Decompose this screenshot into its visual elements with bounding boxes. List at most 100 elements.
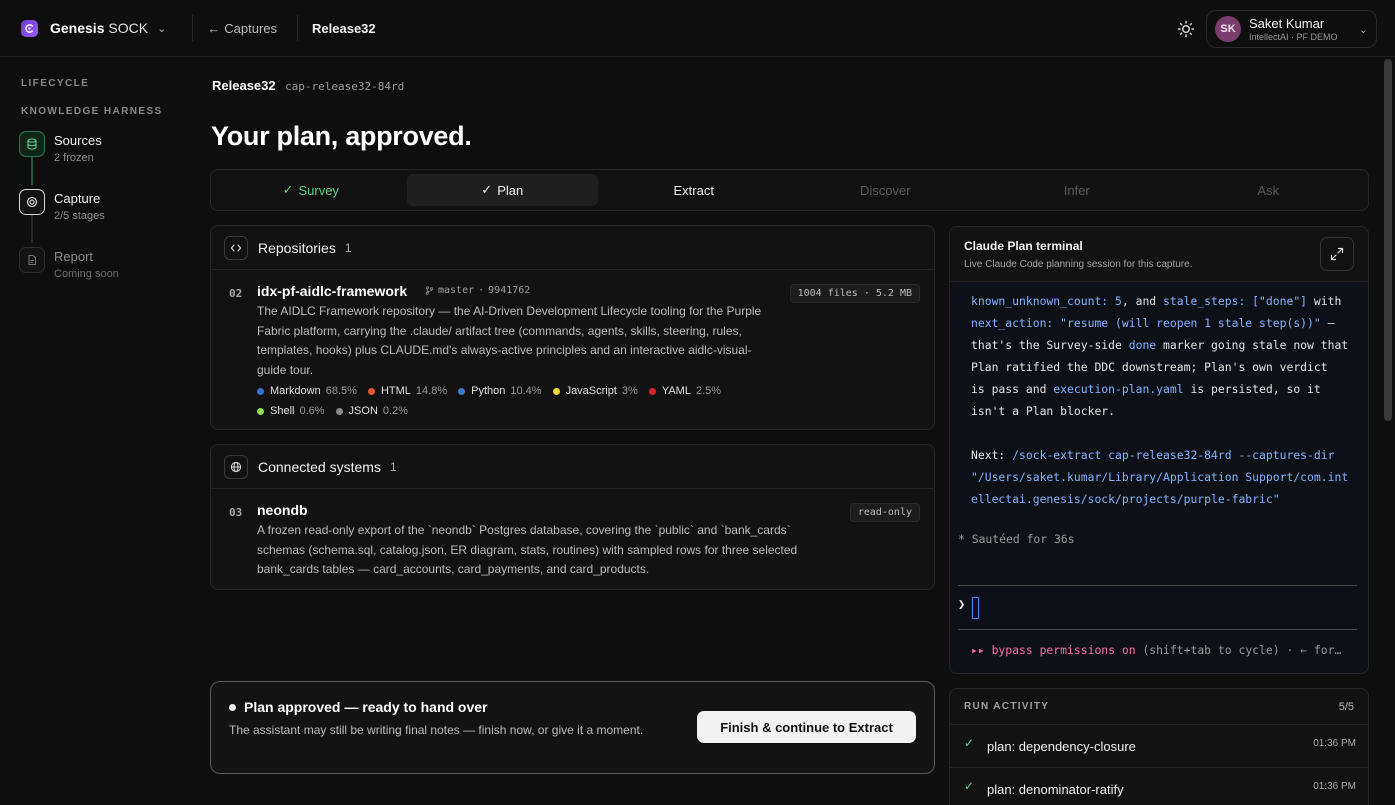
finish-continue-button[interactable]: Finish & continue to Extract	[697, 711, 916, 743]
repositories-card: Repositories 1 02 idx-pf-aidlc-framework…	[210, 225, 935, 430]
step-title: Report	[54, 249, 94, 264]
tab-label: Infer	[1063, 182, 1090, 198]
run-step-time: 01:36 PM	[1313, 781, 1356, 792]
terminal-status: * Sautéed for 36s	[958, 532, 1075, 546]
system-name: neondb	[257, 502, 308, 518]
language-shell: Shell 0.6%	[257, 401, 325, 421]
claude-plan-terminal: Claude Plan terminal Live Claude Code pl…	[949, 226, 1369, 674]
nav-step-sources[interactable]: Sources 2 frozen	[19, 131, 189, 171]
language-html: HTML 14.8%	[367, 381, 447, 401]
top-bar: Genesis SOCK ⌄ ← Captures Release32 SK S…	[0, 0, 1395, 57]
expand-icon	[1330, 247, 1344, 261]
run-step-label: plan: dependency-closure	[987, 739, 1136, 754]
terminal-input[interactable]	[972, 597, 979, 619]
run-activity-panel: RUN ACTIVITY 5/5 ✓ plan: dependency-clos…	[949, 688, 1369, 805]
run-step-time: 01:36 PM	[1313, 738, 1356, 749]
repo-description: The AIDLC Framework repository — the AI-…	[257, 304, 762, 377]
database-icon	[19, 131, 45, 157]
card-count: 1	[389, 459, 397, 474]
run-activity-count: 5/5	[1338, 701, 1354, 713]
list-item: ✓ plan: denominator-ratify 01:36 PM	[950, 767, 1368, 805]
card-title: Connected systems	[258, 458, 381, 475]
sun-icon	[1177, 20, 1195, 38]
divider	[958, 585, 1357, 586]
repo-name: idx-pf-aidlc-framework	[257, 283, 408, 299]
nav-section-harness: KNOWLEDGE HARNESS	[21, 106, 163, 117]
tab-survey[interactable]: ✓ Survey	[215, 174, 407, 206]
repo-stats: 1004 files · 5.2 MB	[789, 284, 920, 303]
document-icon	[19, 247, 45, 273]
tab-extract[interactable]: Extract	[598, 174, 790, 206]
tab-label: Discover	[859, 182, 911, 198]
item-number: 02	[229, 287, 243, 300]
nav-step-capture[interactable]: Capture 2/5 stages	[19, 189, 189, 229]
brand-name: Genesis SOCK	[50, 20, 149, 36]
commit-hash: 9941762	[488, 285, 531, 296]
arrow-left-icon: ←	[207, 20, 221, 36]
terminal-title: Claude Plan terminal	[964, 239, 1083, 253]
nav-step-report: Report Coming soon	[19, 247, 189, 287]
divider	[297, 15, 299, 41]
check-icon: ✓	[964, 736, 975, 750]
genesis-logo-icon	[21, 19, 38, 37]
release-name: Release32	[212, 78, 276, 93]
repo-branch: master · 9941762	[425, 285, 530, 296]
run-activity-title: RUN ACTIVITY	[964, 701, 1050, 712]
release-id: cap-release32-84rd	[285, 80, 405, 93]
check-icon: ✓	[282, 182, 294, 197]
scrollbar-thumb[interactable]	[1384, 59, 1392, 421]
breadcrumb-current: Release32	[312, 20, 376, 36]
page-scrollbar[interactable]	[1383, 58, 1393, 805]
step-title: Capture	[54, 191, 101, 206]
card-title: Repositories	[258, 239, 336, 256]
code-icon	[224, 235, 248, 260]
chevron-down-icon: ⌄	[1358, 24, 1368, 36]
target-icon	[19, 189, 45, 215]
chevron-down-icon: ⌄	[157, 22, 167, 35]
terminal-output: known_unknown_count: 5, and stale_steps:…	[971, 294, 1349, 506]
read-only-badge: read-only	[849, 503, 920, 522]
back-to-captures-link[interactable]: ← Captures	[207, 21, 277, 36]
system-description: A frozen read-only export of the `neondb…	[257, 523, 798, 576]
language-python: Python 10.4%	[458, 381, 542, 401]
branch-name: master	[438, 285, 475, 296]
workspace-switcher[interactable]: Genesis SOCK ⌄	[21, 0, 166, 57]
stage-tabs: ✓ Survey ✓ Plan Extract Discover Infer Ask	[210, 169, 1369, 211]
user-menu[interactable]: SK Saket Kumar IntellectAI · PF DEMO ⌄	[1206, 10, 1377, 48]
language-yaml: YAML 2.5%	[648, 381, 721, 401]
card-count: 1	[344, 240, 352, 255]
terminal-subtitle: Live Claude Code planning session for th…	[964, 259, 1193, 270]
bypass-permissions-status: ▸▸ bypass permissions on (shift+tab to c…	[971, 643, 1342, 657]
check-icon: ✓	[481, 182, 493, 197]
user-name: Saket Kumar	[1249, 15, 1325, 31]
approval-title: Plan approved — ready to hand over	[244, 699, 488, 715]
tab-discover: Discover	[790, 174, 982, 206]
check-icon: ✓	[964, 779, 975, 793]
page-title: Your plan, approved.	[211, 121, 472, 151]
expand-terminal-button[interactable]	[1320, 237, 1354, 271]
back-label: Captures	[224, 20, 278, 36]
avatar: SK	[1215, 16, 1241, 42]
tab-label: Extract	[673, 182, 714, 198]
list-item: ✓ plan: dependency-closure 01:36 PM	[950, 724, 1368, 767]
step-subtitle: 2/5 stages	[54, 210, 105, 222]
plan-approved-panel: Plan approved — ready to hand over The a…	[210, 681, 935, 774]
globe-icon	[224, 454, 248, 479]
status-dot	[229, 704, 236, 711]
connected-systems-card: Connected systems 1 03 neondb read-only …	[210, 444, 935, 590]
language-json: JSON 0.2%	[335, 401, 408, 421]
run-step-label: plan: denominator-ratify	[987, 782, 1124, 797]
theme-toggle-button[interactable]	[1176, 19, 1196, 39]
tab-infer: Infer	[981, 174, 1173, 206]
step-subtitle: Coming soon	[54, 268, 119, 280]
nav-section-lifecycle: LIFECYCLE	[21, 78, 90, 89]
step-subtitle: 2 frozen	[54, 152, 94, 164]
prompt-icon: ❯	[958, 597, 966, 611]
tab-plan[interactable]: ✓ Plan	[406, 174, 598, 206]
tab-label: Plan	[497, 182, 524, 198]
tab-label: Survey	[298, 182, 339, 198]
git-branch-icon	[425, 286, 434, 295]
step-title: Sources	[54, 133, 102, 148]
user-org: IntellectAI · PF DEMO	[1249, 31, 1338, 42]
item-number: 03	[229, 506, 243, 519]
